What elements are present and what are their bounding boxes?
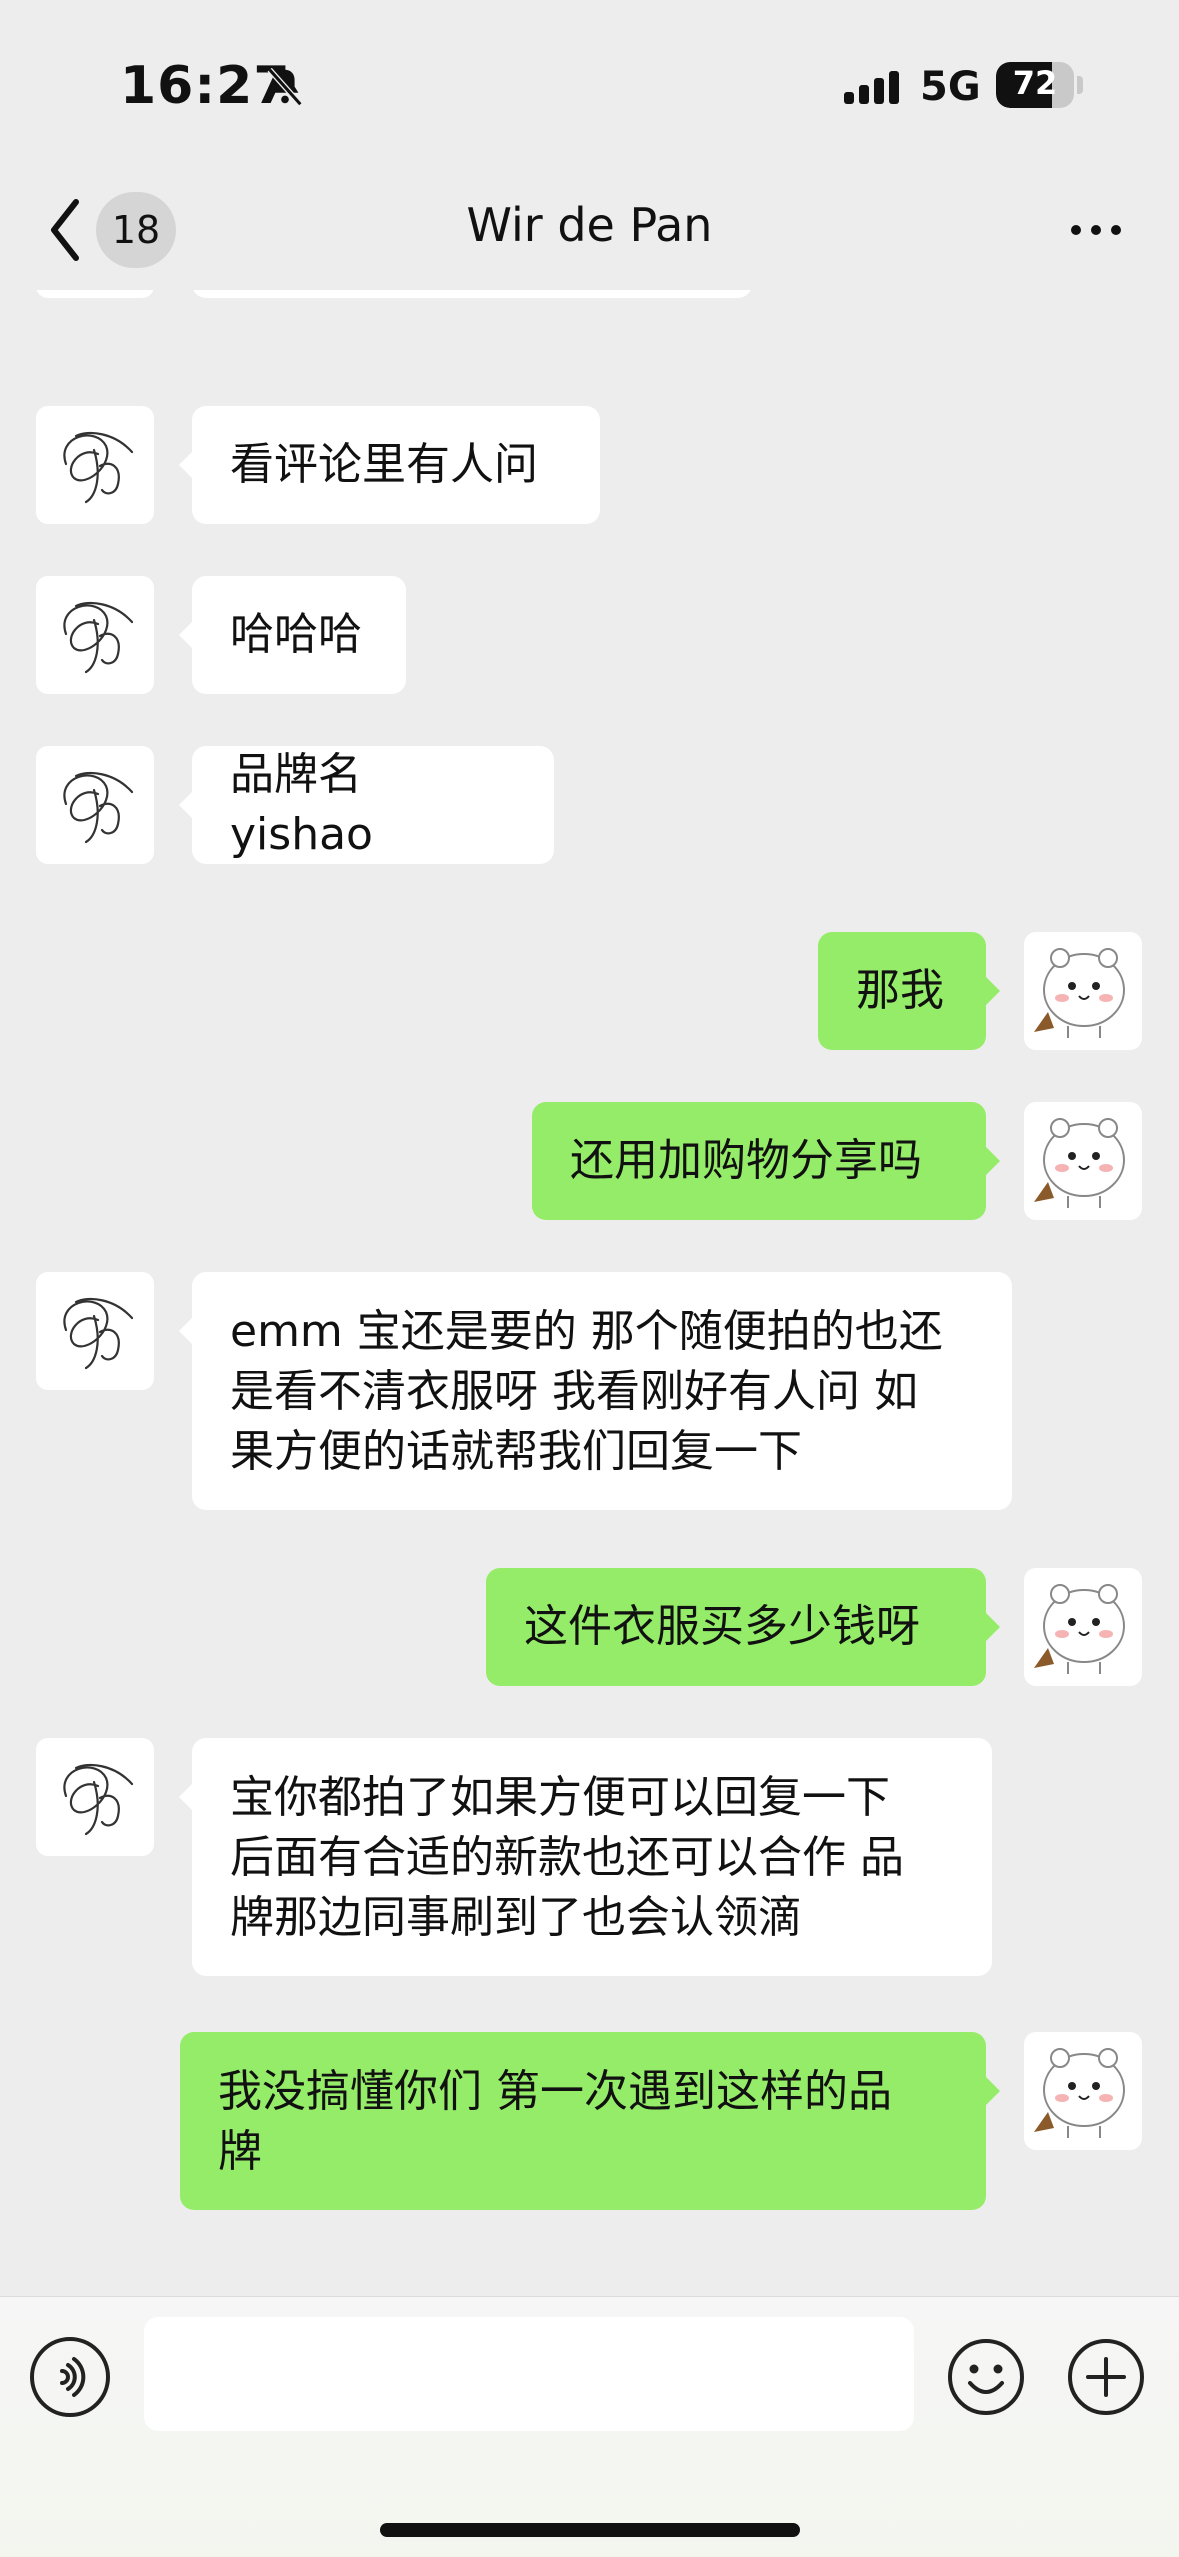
voice-button[interactable]	[30, 2337, 110, 2417]
message-list[interactable]: 可以帮我们回复一下吗看评论里有人问哈哈哈品牌名 yishao 那我还用加购物分享吗…	[0, 290, 1179, 2290]
emoji-icon[interactable]	[946, 2337, 1026, 2417]
contact-avatar[interactable]	[36, 576, 154, 694]
message-text-line: 品牌名 yishao	[230, 749, 373, 860]
message-text-line: 这件衣服买多少钱呀	[524, 1601, 920, 1652]
received-message-bubble[interactable]: 可以帮我们回复一下吗	[192, 290, 752, 298]
plus-icon[interactable]	[1066, 2337, 1146, 2417]
message-text-line: 牌那边同事刷到了也会认领滴	[230, 1892, 802, 1943]
input-bar	[0, 2296, 1179, 2557]
bubble-tail	[179, 1783, 193, 1811]
contact-avatar[interactable]	[36, 1738, 154, 1856]
message-text-line: 哈哈哈	[230, 609, 362, 660]
message-text-line: emm 宝还是要的 那个随便拍的也还	[230, 1306, 943, 1357]
my-avatar[interactable]	[1024, 2032, 1142, 2150]
home-indicator[interactable]	[380, 2523, 800, 2537]
message-text-line: 看评论里有人问	[230, 439, 538, 490]
received-message-bubble[interactable]: 看评论里有人问	[192, 406, 600, 524]
battery-icon: 72	[996, 62, 1074, 108]
message-text-line: 还用加购物分享吗	[570, 1135, 922, 1186]
battery-tip	[1077, 76, 1083, 94]
bubble-tail	[179, 451, 193, 479]
sent-message-bubble[interactable]: 那我	[818, 932, 986, 1050]
voice-icon	[60, 2357, 86, 2397]
received-message-bubble[interactable]: 品牌名 yishao	[192, 746, 554, 864]
message-text-line: 宝你都拍了如果方便可以回复一下	[230, 1772, 890, 1823]
received-message-bubble[interactable]: 宝你都拍了如果方便可以回复一下 后面有合适的新款也还可以合作 品牌那边同事刷到了也…	[192, 1738, 992, 1976]
chat-title: Wir de Pan	[466, 198, 713, 252]
sent-message-bubble[interactable]: 还用加购物分享吗	[532, 1102, 986, 1220]
bubble-tail	[986, 2077, 1000, 2105]
bubble-tail	[986, 1613, 1000, 1641]
bell-muted-icon	[267, 67, 303, 107]
network-type: 5G	[920, 64, 981, 110]
contact-avatar[interactable]	[36, 1272, 154, 1390]
sent-message-bubble[interactable]: 我没搞懂你们 第一次遇到这样的品牌	[180, 2032, 986, 2210]
bubble-tail	[179, 791, 193, 819]
my-avatar[interactable]	[1024, 1568, 1142, 1686]
my-avatar[interactable]	[1024, 932, 1142, 1050]
message-input[interactable]	[144, 2317, 914, 2431]
message-text-line: 我没搞懂你们 第一次遇到这样的品	[218, 2066, 892, 2117]
more-icon[interactable]	[1068, 220, 1124, 240]
message-text-line: 果方便的话就帮我们回复一下	[230, 1426, 802, 1477]
bubble-tail	[179, 621, 193, 649]
status-bar: 16:27 5G 72	[0, 0, 1179, 160]
message-text-line: 是看不清衣服呀 我看刚好有人问 如	[230, 1366, 918, 1417]
contact-avatar[interactable]	[36, 746, 154, 864]
received-message-bubble[interactable]: emm 宝还是要的 那个随便拍的也还 是看不清衣服呀 我看刚好有人问 如果方便的话…	[192, 1272, 1012, 1510]
message-text-line: 那我	[856, 965, 944, 1016]
bubble-tail	[986, 977, 1000, 1005]
bubble-tail	[179, 1317, 193, 1345]
message-text-line: 后面有合适的新款也还可以合作 品	[230, 1832, 904, 1883]
signal-icon	[844, 71, 899, 104]
chat-header: 18 Wir de Pan	[0, 170, 1179, 290]
contact-avatar[interactable]	[36, 406, 154, 524]
sent-message-bubble[interactable]: 这件衣服买多少钱呀	[486, 1568, 986, 1686]
contact-avatar[interactable]	[36, 290, 154, 298]
message-text-line: 牌	[218, 2126, 262, 2177]
received-message-bubble[interactable]: 哈哈哈	[192, 576, 406, 694]
my-avatar[interactable]	[1024, 1102, 1142, 1220]
bubble-tail	[986, 1147, 1000, 1175]
battery-percent: 72	[1012, 64, 1058, 102]
